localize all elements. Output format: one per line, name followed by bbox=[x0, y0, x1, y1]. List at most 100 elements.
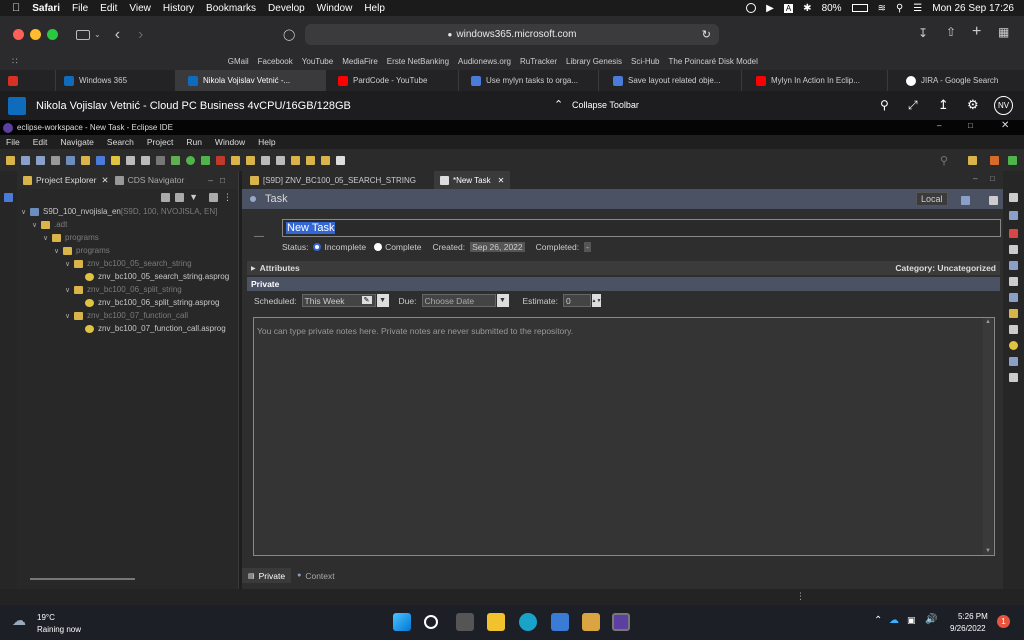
back-icon[interactable] bbox=[321, 155, 330, 165]
chevron-up-icon[interactable]: ⌃ bbox=[554, 98, 563, 111]
shield-icon[interactable]: ◯ bbox=[283, 28, 295, 41]
eclipse-taskbar-icon[interactable] bbox=[612, 613, 630, 631]
sap-gui-icon[interactable] bbox=[582, 613, 600, 631]
radio-incomplete[interactable] bbox=[313, 243, 322, 251]
horizontal-scrollbar[interactable] bbox=[30, 578, 135, 580]
save-all-icon[interactable] bbox=[36, 155, 45, 165]
favorite-link[interactable]: GMail bbox=[228, 57, 249, 66]
sidebar-toggle-icon[interactable] bbox=[76, 29, 90, 40]
menu-file[interactable]: File bbox=[72, 3, 88, 14]
browser-tab[interactable]: PardCode - YouTube bbox=[326, 70, 459, 91]
perspective-abap-icon[interactable] bbox=[990, 156, 999, 165]
apple-icon[interactable]:  bbox=[12, 2, 20, 14]
browser-tab-active[interactable]: Nikola Vojislav Vetnić -... bbox=[176, 70, 326, 91]
maximize-view-icon[interactable]: □ bbox=[990, 174, 995, 183]
chevron-down-icon[interactable]: ∨ bbox=[43, 234, 52, 242]
scroll-up-icon[interactable]: ▲ bbox=[985, 319, 991, 325]
maximize-icon[interactable]: □ bbox=[968, 121, 973, 130]
menu-develop[interactable]: Develop bbox=[268, 3, 305, 14]
private-notes-area[interactable]: You can type private notes here. Private… bbox=[253, 317, 995, 556]
open-perspective-icon[interactable] bbox=[968, 156, 977, 165]
tree-item[interactable]: ∨ S9D_100_nvojisla_en [S9D, 100, NVOJISLA… bbox=[17, 205, 238, 218]
battery-percent[interactable]: 80% bbox=[822, 3, 842, 14]
input-source-icon[interactable]: A bbox=[783, 3, 794, 13]
favorite-link[interactable]: MediaFire bbox=[342, 57, 378, 66]
favorite-link[interactable]: Erste NetBanking bbox=[387, 57, 449, 66]
radio-complete[interactable] bbox=[374, 243, 383, 251]
next-edit-icon[interactable] bbox=[306, 155, 315, 165]
run-icon[interactable] bbox=[186, 155, 195, 165]
address-bar[interactable]: ● windows365.microsoft.com ↻ bbox=[305, 24, 719, 45]
weather-status[interactable]: Raining now bbox=[37, 625, 81, 634]
chevron-up-icon[interactable]: ⌃ bbox=[874, 615, 882, 626]
scroll-down-icon[interactable]: ▼ bbox=[985, 548, 991, 554]
minimize-window-button[interactable] bbox=[30, 29, 41, 40]
menu-item[interactable]: Run bbox=[186, 137, 202, 147]
forward-button[interactable]: › bbox=[138, 26, 143, 44]
menu-item[interactable]: File bbox=[6, 137, 20, 147]
menu-history[interactable]: History bbox=[163, 3, 194, 14]
forward-icon[interactable] bbox=[336, 155, 345, 165]
perspective-debug-icon[interactable] bbox=[1008, 156, 1017, 165]
menu-app-name[interactable]: Safari bbox=[32, 3, 60, 14]
console-icon[interactable] bbox=[1009, 261, 1018, 270]
favorite-link[interactable]: YouTube bbox=[302, 57, 333, 66]
volume-icon[interactable]: 🔊 bbox=[925, 614, 937, 625]
close-icon[interactable]: ✕ bbox=[498, 176, 505, 185]
favorite-link[interactable]: The Poincaré Disk Model bbox=[669, 57, 758, 66]
share-icon[interactable]: ⇧ bbox=[946, 25, 956, 39]
chevron-down-icon[interactable]: ∨ bbox=[54, 247, 63, 255]
back-button[interactable]: ‹ bbox=[115, 26, 120, 44]
toggle-icon[interactable] bbox=[156, 155, 165, 165]
pencil-icon[interactable]: ✎ bbox=[361, 296, 372, 304]
battery-icon[interactable] bbox=[851, 4, 868, 12]
save-icon[interactable] bbox=[21, 155, 30, 165]
link-editor-icon[interactable] bbox=[175, 192, 185, 202]
favorite-link[interactable]: Sci-Hub bbox=[631, 57, 659, 66]
browser-tab[interactable]: Save layout related obje... bbox=[599, 70, 742, 91]
search-view-icon[interactable] bbox=[1009, 277, 1018, 286]
close-window-button[interactable] bbox=[13, 29, 24, 40]
feed-icon[interactable] bbox=[1009, 309, 1018, 318]
tree-item[interactable]: ∨ programs bbox=[17, 244, 238, 257]
grid-icon[interactable]: ∷ bbox=[12, 56, 18, 67]
bluetooth-icon[interactable]: ✱ bbox=[803, 3, 811, 14]
minimize-view-icon[interactable]: – bbox=[973, 174, 977, 183]
status-menu-icon[interactable]: ⋮ bbox=[796, 591, 805, 602]
onedrive-icon[interactable]: ☁ bbox=[889, 615, 899, 626]
hints-icon[interactable] bbox=[1009, 341, 1018, 350]
menu-item[interactable]: Window bbox=[215, 137, 245, 147]
transport-organizer-icon[interactable] bbox=[1009, 373, 1018, 382]
browser-tab[interactable]: Windows 365 bbox=[56, 70, 176, 91]
downloads-icon[interactable]: ↧ bbox=[918, 26, 928, 40]
zoom-window-button[interactable] bbox=[47, 29, 58, 40]
tree-item[interactable]: ∨ znv_bc100_07_function_call bbox=[17, 309, 238, 322]
tree-item[interactable]: ∨ .adt bbox=[17, 218, 238, 231]
weather-temp[interactable]: 19°C bbox=[37, 613, 55, 622]
menubar-clock[interactable]: Mon 26 Sep 17:26 bbox=[932, 3, 1014, 14]
minimize-icon[interactable]: – bbox=[937, 121, 941, 130]
chevron-down-icon[interactable]: ⌄ bbox=[94, 30, 101, 39]
spotlight-icon[interactable]: ⚲ bbox=[896, 3, 903, 14]
menu-help[interactable]: Help bbox=[364, 3, 385, 14]
edge-icon[interactable] bbox=[519, 613, 537, 631]
browser-tab[interactable]: JIRA - Google Search bbox=[888, 70, 1024, 91]
close-icon[interactable]: ✕ bbox=[101, 175, 108, 186]
abap-icon[interactable] bbox=[96, 155, 105, 165]
filter-icon[interactable]: ▼ bbox=[189, 192, 198, 202]
open-folder-icon[interactable] bbox=[231, 155, 240, 165]
due-field[interactable]: Choose Date bbox=[421, 294, 496, 307]
menu-edit[interactable]: Edit bbox=[100, 3, 117, 14]
tab-overview-icon[interactable]: ▦ bbox=[998, 25, 1009, 39]
taskbar-time[interactable]: 5:26 PM bbox=[958, 612, 988, 621]
menu-item[interactable]: Search bbox=[107, 137, 134, 147]
tree-item[interactable]: ∨ znv_bc100_06_split_string bbox=[17, 283, 238, 296]
new-tab-icon[interactable]: + bbox=[972, 23, 981, 41]
open-type-icon[interactable] bbox=[81, 155, 90, 165]
tree-item[interactable]: ∨ programs bbox=[17, 231, 238, 244]
tab-context[interactable]: ● Context bbox=[291, 568, 341, 583]
task-view-icon[interactable] bbox=[456, 613, 474, 631]
summary-field[interactable]: New Task bbox=[282, 219, 1001, 237]
estimate-field[interactable]: 0 bbox=[562, 294, 591, 307]
priority-icon[interactable]: — bbox=[254, 231, 264, 242]
